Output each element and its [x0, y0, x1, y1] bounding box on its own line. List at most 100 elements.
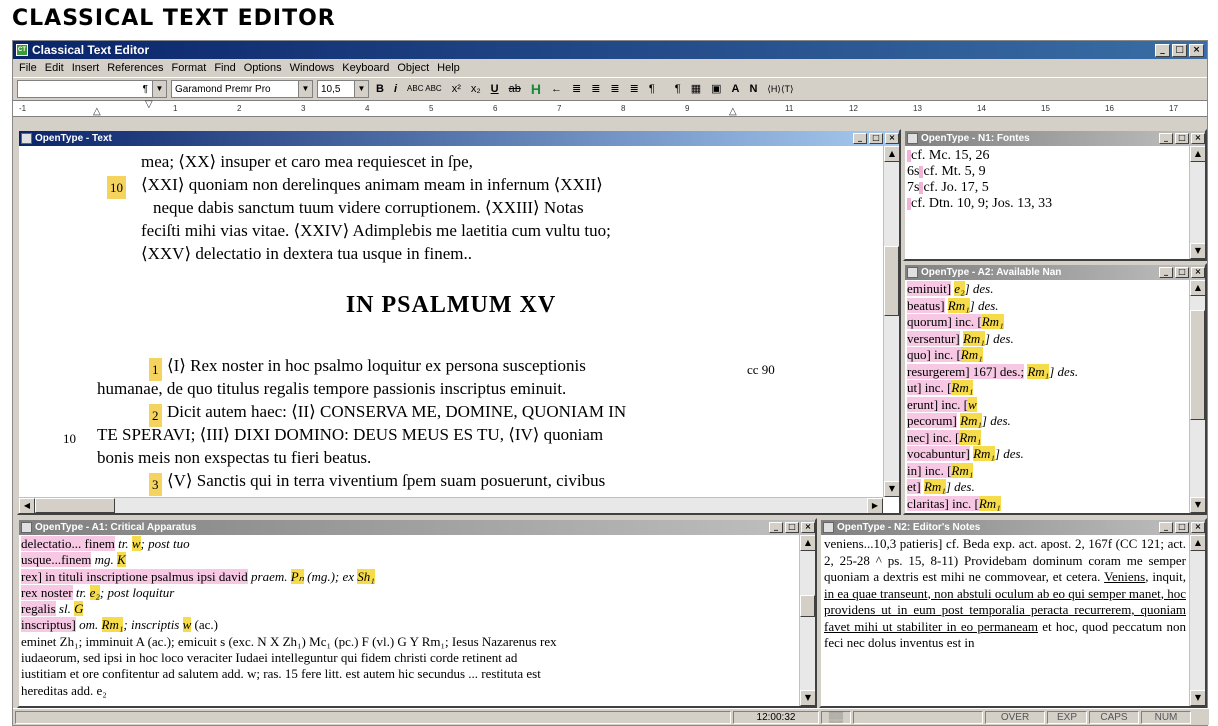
horizontal-scrollbar[interactable]: ◀ ▶ [19, 497, 883, 513]
arrow-left-button[interactable]: ← [548, 80, 565, 98]
scroll-left-icon[interactable]: ◀ [19, 498, 35, 513]
scroll-up-icon[interactable]: ▲ [1190, 280, 1205, 296]
scroll-thumb[interactable] [800, 595, 815, 617]
tag-button[interactable]: ⟨H⟩⟨T⟩ [764, 80, 796, 98]
align-right-icon[interactable]: ≣ [607, 80, 622, 98]
menu-help[interactable]: Help [433, 62, 464, 74]
scroll-thumb[interactable] [884, 246, 899, 316]
menu-find[interactable]: Find [210, 62, 239, 74]
table-icon[interactable]: ▦ [688, 80, 704, 98]
minimize-button[interactable]: _ [1155, 43, 1170, 57]
maximize-button[interactable]: □ [1175, 267, 1189, 278]
text-body[interactable]: mea; ⟨XX⟩ insuper et caro mea requiescet… [19, 146, 883, 513]
notes-window[interactable]: OpenType - N2: Editor's Notes _ □ × veni… [819, 518, 1207, 708]
minimize-button[interactable]: _ [853, 133, 867, 144]
maximize-button[interactable]: □ [785, 522, 799, 533]
app-titlebar[interactable]: CT Classical Text Editor _ □ × [13, 41, 1207, 59]
menu-references[interactable]: References [103, 62, 167, 74]
text-window-titlebar[interactable]: OpenType - Text _ □ × [19, 131, 899, 146]
apparatus-body[interactable]: delectatio... finem tr. w; post tuo usqu… [19, 535, 799, 706]
minimize-button[interactable]: _ [1159, 267, 1173, 278]
available-window[interactable]: OpenType - A2: Available Nan _ □ × eminu… [903, 263, 1207, 515]
scroll-down-icon[interactable]: ▼ [884, 481, 899, 497]
justify-icon[interactable]: ≣ [627, 80, 642, 98]
window-icon[interactable]: ▣ [708, 80, 724, 98]
vertical-scrollbar[interactable]: ▲ ▼ [883, 146, 899, 497]
chevron-down-icon[interactable]: ▼ [354, 81, 368, 97]
scroll-right-icon[interactable]: ▶ [867, 498, 883, 513]
fontes-window-titlebar[interactable]: OpenType - N1: Fontes _ □ × [905, 131, 1205, 146]
scroll-thumb[interactable] [1190, 310, 1205, 420]
menu-options[interactable]: Options [240, 62, 286, 74]
scroll-up-icon[interactable]: ▲ [1190, 146, 1205, 162]
menu-keyboard[interactable]: Keyboard [338, 62, 393, 74]
chevron-down-icon[interactable]: ▼ [152, 81, 166, 97]
menu-windows[interactable]: Windows [286, 62, 339, 74]
notes-window-titlebar[interactable]: OpenType - N2: Editor's Notes _ □ × [821, 520, 1205, 535]
scroll-down-icon[interactable]: ▼ [800, 690, 815, 706]
scroll-up-icon[interactable]: ▲ [1190, 535, 1205, 551]
vertical-scrollbar[interactable]: ▲ ▼ [1189, 146, 1205, 259]
first-line-marker-icon[interactable]: ▽ [145, 99, 153, 110]
small-caps-button[interactable]: ABC ABC [404, 80, 445, 98]
close-button[interactable]: × [1191, 133, 1205, 144]
vertical-scrollbar[interactable]: ▲ ▼ [1189, 280, 1205, 513]
strikethrough-button[interactable]: ab [506, 80, 524, 98]
align-left-icon[interactable]: ≣ [569, 80, 584, 98]
close-button[interactable]: × [885, 133, 899, 144]
maximize-button[interactable]: □ [1175, 522, 1189, 533]
scroll-down-icon[interactable]: ▼ [1190, 497, 1205, 513]
bold-button[interactable]: B [373, 80, 387, 98]
font-a-button[interactable]: A [729, 80, 743, 98]
text-line: bonis meis non exspectas tu fieri beatus… [97, 448, 372, 467]
menu-insert[interactable]: Insert [68, 62, 104, 74]
text-window[interactable]: OpenType - Text _ □ × mea; ⟨XX⟩ insuper … [17, 129, 901, 515]
align-center-icon[interactable]: ≣ [588, 80, 603, 98]
close-button[interactable]: × [1189, 43, 1204, 57]
maximize-button[interactable]: □ [869, 133, 883, 144]
superscript-button[interactable]: x² [449, 80, 464, 98]
scroll-up-icon[interactable]: ▲ [884, 146, 899, 162]
available-body[interactable]: eminuit] e₂] des. beatus] Rm₁] des. quor… [905, 280, 1189, 513]
vertical-scrollbar[interactable]: ▲ ▼ [799, 535, 815, 706]
fontes-window[interactable]: OpenType - N1: Fontes _ □ × cf. Mc. 15, … [903, 129, 1207, 261]
menu-edit[interactable]: Edit [41, 62, 68, 74]
underline-button[interactable]: U [488, 80, 502, 98]
close-button[interactable]: × [801, 522, 815, 533]
minimize-button[interactable]: _ [1159, 133, 1173, 144]
paragraph-button[interactable]: ¶ [646, 80, 658, 98]
scroll-thumb[interactable] [35, 498, 115, 513]
maximize-button[interactable]: □ [1172, 43, 1187, 57]
notes-body[interactable]: veniens...10,3 patieris] cf. Beda exp. a… [821, 535, 1189, 706]
ruler[interactable]: -1 1 2 3 4 5 6 7 8 9 11 12 13 14 15 16 1… [13, 99, 1207, 117]
note-text: , inquit, [1145, 569, 1187, 584]
indent-marker-icon[interactable]: △ [93, 106, 101, 117]
style-select[interactable]: ¶ ▼ [17, 80, 167, 98]
font-n-button[interactable]: N [746, 80, 760, 98]
fontes-body[interactable]: cf. Mc. 15, 26 6s cf. Mt. 5, 9 7s cf. Jo. … [905, 146, 1189, 259]
pilcrow-icon[interactable]: ¶ [672, 80, 684, 98]
minimize-button[interactable]: _ [1159, 522, 1173, 533]
font-select[interactable]: Garamond Premr Pro ▼ [171, 80, 313, 98]
menu-file[interactable]: File [15, 62, 41, 74]
apparatus-window[interactable]: OpenType - A1: Critical Apparatus _ □ × … [17, 518, 817, 708]
text-line: Dicit autem haec: ⟨II⟩ CONSERVA ME, DOMI… [167, 402, 627, 421]
close-button[interactable]: × [1191, 522, 1205, 533]
menu-format[interactable]: Format [167, 62, 210, 74]
chevron-down-icon[interactable]: ▼ [298, 81, 312, 97]
minimize-button[interactable]: _ [769, 522, 783, 533]
right-indent-marker-icon[interactable]: △ [729, 106, 737, 117]
italic-button[interactable]: i [391, 80, 400, 98]
size-select[interactable]: 10,5 ▼ [317, 80, 369, 98]
maximize-button[interactable]: □ [1175, 133, 1189, 144]
available-window-titlebar[interactable]: OpenType - A2: Available Nan _ □ × [905, 265, 1205, 280]
scroll-down-icon[interactable]: ▼ [1190, 243, 1205, 259]
close-button[interactable]: × [1191, 267, 1205, 278]
apparatus-window-titlebar[interactable]: OpenType - A1: Critical Apparatus _ □ × [19, 520, 815, 535]
vertical-scrollbar[interactable]: ▲ ▼ [1189, 535, 1205, 706]
menu-object[interactable]: Object [393, 62, 433, 74]
scroll-down-icon[interactable]: ▼ [1190, 690, 1205, 706]
scroll-up-icon[interactable]: ▲ [800, 535, 815, 551]
highlight-button[interactable]: H [528, 80, 544, 98]
subscript-button[interactable]: x₂ [468, 80, 484, 98]
